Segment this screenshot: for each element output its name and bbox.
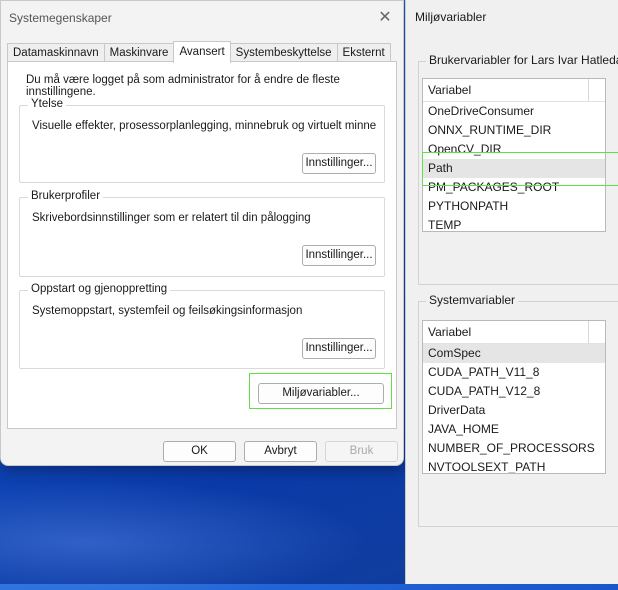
performance-group: Ytelse Visuelle effekter, prosessorplanl… bbox=[19, 98, 385, 183]
system-variable-header-label: Variabel bbox=[428, 325, 472, 339]
performance-label: Ytelse bbox=[28, 98, 66, 110]
user-profiles-label: Brukerprofiler bbox=[28, 190, 104, 202]
startup-recovery-description: Systemoppstart, systemfeil og feilsøking… bbox=[32, 305, 303, 317]
startup-recovery-group: Oppstart og gjenoppretting Systemoppstar… bbox=[19, 283, 385, 369]
user-variable-column-header[interactable]: Variabel bbox=[423, 79, 605, 102]
system-variable-column-header[interactable]: Variabel bbox=[423, 321, 605, 344]
list-item[interactable]: OneDriveConsumer bbox=[423, 102, 605, 121]
list-item[interactable]: CUDA_PATH_V12_8 bbox=[423, 382, 605, 401]
tab-hardware[interactable]: Maskinvare bbox=[103, 43, 175, 62]
tab-system-protection[interactable]: Systembeskyttelse bbox=[229, 43, 338, 62]
startup-recovery-settings-button[interactable]: Innstillinger... bbox=[302, 338, 376, 359]
env-dialog-title: Miljøvariabler bbox=[415, 10, 487, 24]
user-variables-label: Brukervariabler for Lars Ivar Hatledal bbox=[426, 53, 618, 67]
list-item[interactable]: NUMBER_OF_PROCESSORS bbox=[423, 439, 605, 458]
performance-settings-button[interactable]: Innstillinger... bbox=[302, 153, 376, 174]
ok-button[interactable]: OK bbox=[163, 441, 236, 462]
tab-remote[interactable]: Eksternt bbox=[336, 43, 391, 62]
list-item-selected[interactable]: ComSpec bbox=[423, 344, 605, 363]
admin-note: Du må være logget på som administrator f… bbox=[26, 74, 340, 98]
close-icon[interactable]: ✕ bbox=[373, 7, 397, 29]
user-variables-list[interactable]: Variabel OneDriveConsumer ONNX_RUNTIME_D… bbox=[422, 78, 606, 232]
environment-variables-dialog: Miljøvariabler Brukervariabler for Lars … bbox=[405, 0, 618, 584]
performance-description: Visuelle effekter, prosessorplanlegging,… bbox=[32, 120, 377, 132]
column-separator bbox=[588, 321, 589, 343]
user-profiles-description: Skrivebordsinnstillinger som er relatert… bbox=[32, 212, 311, 224]
user-variable-header-label: Variabel bbox=[428, 83, 472, 97]
list-item[interactable]: PYTHONPATH bbox=[423, 197, 605, 216]
apply-button[interactable]: Bruk bbox=[325, 441, 398, 462]
list-item[interactable]: JAVA_HOME bbox=[423, 420, 605, 439]
dialog-title: Systemegenskaper bbox=[9, 11, 112, 25]
startup-recovery-label: Oppstart og gjenoppretting bbox=[28, 283, 171, 295]
system-variables-list[interactable]: Variabel ComSpec CUDA_PATH_V11_8 CUDA_PA… bbox=[422, 320, 606, 474]
list-item[interactable]: DriverData bbox=[423, 401, 605, 420]
list-item[interactable]: ONNX_RUNTIME_DIR bbox=[423, 121, 605, 140]
system-variables-label: Systemvariabler bbox=[426, 293, 519, 307]
system-properties-dialog: Systemegenskaper ✕ Datamaskinnavn Maskin… bbox=[0, 0, 404, 466]
tab-computer-name[interactable]: Datamaskinnavn bbox=[7, 43, 105, 62]
user-profiles-settings-button[interactable]: Innstillinger... bbox=[302, 245, 376, 266]
list-item[interactable]: PM_PACKAGES_ROOT bbox=[423, 178, 605, 197]
tab-bar: Datamaskinnavn Maskinvare Avansert Syste… bbox=[7, 41, 391, 63]
list-item[interactable]: CUDA_PATH_V11_8 bbox=[423, 363, 605, 382]
advanced-tab-panel: Du må være logget på som administrator f… bbox=[7, 61, 397, 429]
list-item-selected[interactable]: Path bbox=[423, 159, 605, 178]
environment-variables-button[interactable]: Miljøvariabler... bbox=[258, 383, 384, 404]
list-item[interactable]: OpenCV_DIR bbox=[423, 140, 605, 159]
cancel-button[interactable]: Avbryt bbox=[244, 441, 317, 462]
list-item[interactable]: NVTOOLSEXT_PATH bbox=[423, 458, 605, 473]
list-item[interactable]: TEMP bbox=[423, 216, 605, 231]
column-separator bbox=[588, 79, 589, 101]
tab-advanced[interactable]: Avansert bbox=[173, 41, 231, 63]
user-profiles-group: Brukerprofiler Skrivebordsinnstillinger … bbox=[19, 190, 385, 277]
desktop-background bbox=[0, 470, 420, 590]
